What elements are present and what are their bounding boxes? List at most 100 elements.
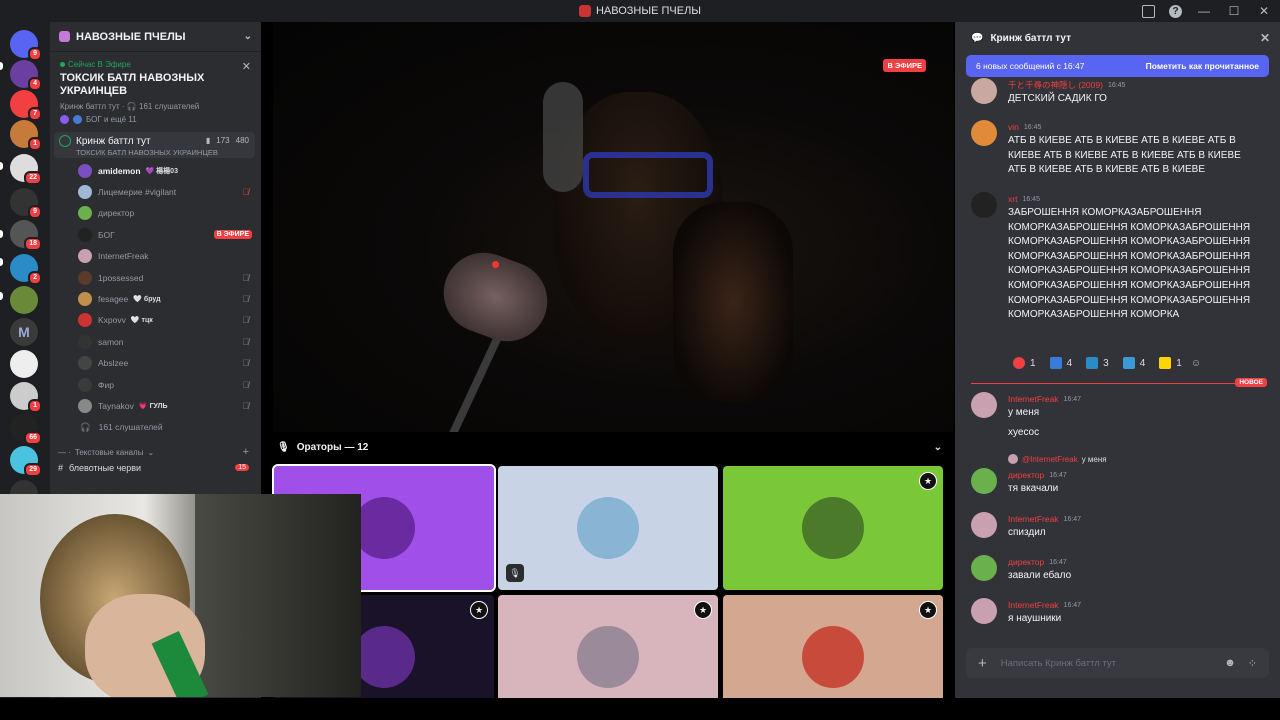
member-list: amidemon 💜 楊楊03 Лицемерие #vigilant 🎙̸ дирек… — [50, 160, 261, 417]
avatar[interactable] — [971, 598, 997, 624]
speaker-tile[interactable]: ★ — [723, 466, 943, 590]
server-icon[interactable]: 18 — [10, 220, 42, 251]
close-icon[interactable]: ✕ — [1260, 31, 1270, 45]
avatar[interactable] — [971, 392, 997, 418]
chevron-down-icon[interactable]: ⌄ — [934, 442, 942, 453]
avatar[interactable] — [971, 120, 997, 146]
avatar[interactable] — [971, 512, 997, 538]
reaction-flag-ua[interactable]: 1 — [1154, 356, 1187, 370]
member-item[interactable]: Abslzee 🎙̸ — [50, 353, 261, 374]
server-icon[interactable]: 22 — [10, 154, 42, 185]
author-name[interactable]: InternetFreak — [1008, 514, 1059, 524]
chat-message[interactable]: хуесос — [971, 426, 1271, 441]
timestamp: 16:45 — [1023, 123, 1042, 131]
chat-message[interactable]: xrt 16:45 ЗАБРОШЕННЯ КОМОРКАЗАБРОШЕННЯ КОМ… — [971, 192, 1271, 323]
avatar — [1008, 454, 1018, 464]
chat-message[interactable]: InternetFreak 16:47 у меня — [971, 392, 1271, 421]
author-name[interactable]: xrt — [1008, 194, 1017, 204]
member-item[interactable]: Фир 🎙̸ — [50, 374, 261, 395]
reaction-Z[interactable]: 4 — [1045, 356, 1078, 370]
server-icon[interactable]: 7 — [10, 90, 42, 121]
chat-message[interactable]: InternetFreak 16:47 я наушники — [971, 598, 1271, 627]
moderator-icon: ★ — [694, 601, 712, 619]
server-icon[interactable]: 29 — [10, 446, 42, 477]
minimize-icon[interactable]: — — [1196, 3, 1212, 19]
unread-pill — [0, 258, 3, 266]
server-icon[interactable]: 9 — [10, 188, 42, 219]
chat-message[interactable]: директор 16:47 тя вкачали — [971, 468, 1271, 497]
avatar[interactable] — [971, 192, 997, 218]
message-composer[interactable]: + Написать Кринж баттл тут ☻ ⁘ — [966, 648, 1269, 678]
server-icon[interactable]: M — [10, 318, 38, 346]
reply-preview[interactable]: @InternetFreak у меня — [1008, 454, 1107, 464]
author-name[interactable]: директор — [1008, 470, 1044, 480]
member-item[interactable]: samon 🎙̸ — [50, 331, 261, 352]
server-header[interactable]: НАВОЗНЫЕ ПЧЕЛЫ ⌄ — [50, 22, 261, 52]
author-name[interactable]: InternetFreak — [1008, 600, 1059, 610]
avatar[interactable] — [971, 468, 997, 494]
server-icon[interactable]: 4 — [10, 60, 42, 91]
reaction-O[interactable]: 3 — [1081, 356, 1114, 370]
avatar[interactable] — [971, 555, 997, 581]
add-reaction-icon[interactable]: ☺ — [1191, 358, 1201, 369]
speaker-tile[interactable]: 🎙 — [498, 466, 718, 590]
chat-message[interactable]: InternetFreak 16:47 спиздил — [971, 512, 1271, 541]
member-item[interactable]: Kxpovv 🤍 тцк 🎙̸ — [50, 310, 261, 331]
server-icon[interactable]: 66 — [10, 414, 42, 445]
chat-message[interactable]: директор 16:47 завали ебало — [971, 555, 1271, 584]
chevron-down-icon[interactable]: ⌄ — [244, 31, 252, 42]
reaction-heart[interactable]: 1 — [1008, 356, 1041, 370]
author-name[interactable]: vin — [1008, 122, 1019, 132]
server-icon[interactable]: 9 — [10, 30, 42, 61]
author-name[interactable]: 千と千尋の神隠し (2009) — [1008, 79, 1103, 91]
server-icon[interactable]: 1 — [10, 382, 42, 413]
emoji-icon[interactable]: ☻ — [1224, 657, 1236, 670]
unread-pill — [0, 230, 3, 238]
stage-channel[interactable]: Кринж баттл тут ТОКСИК БАТЛ НАВОЗНЫХ УКР… — [54, 132, 255, 158]
inbox-icon[interactable] — [1142, 4, 1155, 18]
member-item[interactable]: директор — [50, 203, 261, 224]
mark-read-button[interactable]: Пометить как прочитанное — [1146, 61, 1259, 71]
server-icon — [578, 5, 591, 17]
hand-graphic — [673, 202, 793, 402]
avatar — [73, 115, 82, 124]
avatar[interactable] — [971, 78, 997, 104]
close-window-icon[interactable]: ✕ — [1256, 3, 1272, 19]
speaker-avatar — [802, 497, 864, 559]
help-icon[interactable]: ? — [1169, 4, 1182, 18]
apps-icon[interactable]: ⁘ — [1248, 657, 1257, 670]
member-item[interactable]: Лицемерие #vigilant 🎙̸ — [50, 181, 261, 202]
close-icon[interactable]: ✕ — [242, 60, 251, 73]
member-item[interactable]: fesagee 🤍 бруд 🎙̸ — [50, 288, 261, 309]
listeners-row[interactable]: 🎧 161 слушателей — [50, 417, 261, 438]
plus-icon[interactable]: + — [978, 655, 987, 672]
server-icon[interactable]: 1 — [10, 120, 42, 151]
bottom-bar — [0, 698, 1280, 720]
reaction-count: 4 — [1139, 357, 1146, 369]
member-item[interactable]: amidemon 💜 楊楊03 — [50, 160, 261, 181]
maximize-icon[interactable]: ☐ — [1226, 3, 1242, 19]
server-icon[interactable] — [10, 286, 38, 314]
chat-message[interactable]: 千と千尋の神隠し (2009) 16:45 ДЕТСКИЙ САДИК ГО — [971, 78, 1271, 107]
new-messages-bar[interactable]: 6 новых сообщений с 16:47 Пометить как п… — [966, 55, 1269, 77]
server-icon[interactable] — [10, 350, 38, 378]
stage-video[interactable]: В ЭФИРЕ — [273, 22, 954, 432]
author-name[interactable]: InternetFreak — [1008, 394, 1059, 404]
category-text-channels[interactable]: — · Текстовые каналы ⌄ + — [50, 446, 261, 458]
chat-message[interactable]: vin 16:45 АТБ В КИЕВЕ АТБ В КИЕВЕ АТБ В КИ… — [971, 120, 1271, 178]
author-name[interactable]: директор — [1008, 557, 1044, 567]
composer-placeholder[interactable]: Написать Кринж баттл тут — [1001, 658, 1116, 669]
speakers-header[interactable]: 🎙 Ораторы — 12 ⌄ — [273, 432, 954, 462]
member-item[interactable]: InternetFreak — [50, 246, 261, 267]
live-tag-text: Сейчас В Эфире — [68, 60, 131, 69]
add-channel-icon[interactable]: + — [243, 446, 249, 458]
channel-item[interactable]: # блевотные черви 15 — [50, 463, 261, 473]
member-item[interactable]: 1possessed 🎙̸ — [50, 267, 261, 288]
server-icon[interactable]: 2 — [10, 254, 42, 285]
reaction-V[interactable]: 4 — [1118, 356, 1151, 370]
member-item[interactable]: Taynakov 💗 ГУЛЬ 🎙̸ — [50, 395, 261, 416]
live-stage-card[interactable]: Сейчас В Эфире ТОКСИК БАТЛ НАВОЗНЫХ УКРА… — [56, 56, 255, 128]
live-who-text: БОГ и ещё 11 — [86, 115, 137, 124]
member-item[interactable]: БОГ В ЭФИРЕ — [50, 224, 261, 245]
new-divider: НОВОЕ — [971, 378, 1267, 387]
